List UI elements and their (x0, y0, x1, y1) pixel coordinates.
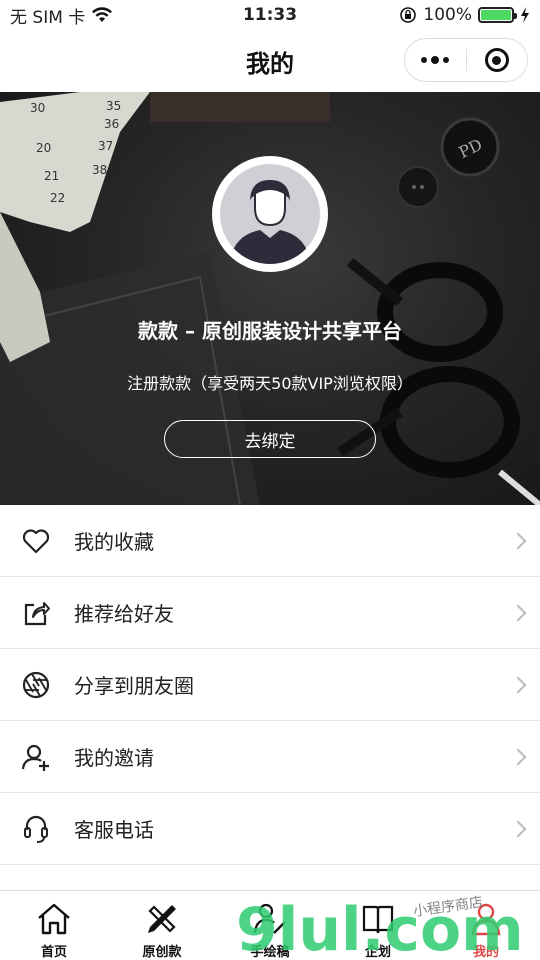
menu-label: 分享到朋友圈 (74, 674, 194, 698)
status-left: 无 SIM 卡 (10, 3, 113, 28)
tab-label: 企划 (364, 945, 391, 960)
battery-percent: 100% (423, 5, 472, 25)
default-avatar-icon (220, 164, 320, 264)
pencil-ruler-icon (142, 899, 182, 939)
menu-label: 推荐给好友 (74, 602, 174, 626)
svg-text:30: 30 (30, 101, 45, 115)
share-out-icon (20, 597, 52, 629)
tab-sketches[interactable]: 手绘稿 (216, 891, 324, 960)
svg-text:35: 35 (106, 99, 121, 113)
miniprogram-capsule (404, 38, 528, 82)
aperture-icon (20, 669, 52, 701)
more-dots-icon (421, 56, 450, 64)
charging-icon (521, 7, 529, 23)
svg-text:22: 22 (50, 191, 65, 205)
svg-text:38: 38 (92, 163, 107, 177)
svg-text:37: 37 (98, 139, 113, 153)
headset-icon (20, 813, 52, 845)
menu-list: 我的收藏 推荐给好友 分享到朋友圈 我的邀请 客服电话 (0, 505, 540, 895)
svg-text:36: 36 (104, 117, 119, 131)
tab-original[interactable]: 原创款 (108, 891, 216, 960)
menu-item-support-phone[interactable]: 客服电话 (0, 793, 540, 865)
status-bar: 无 SIM 卡 11:33 100% (0, 0, 540, 30)
more-button[interactable] (405, 39, 466, 81)
tab-label: 我的 (472, 945, 499, 960)
menu-label: 我的收藏 (74, 530, 154, 554)
add-user-icon (20, 741, 52, 773)
drawing-icon (250, 899, 290, 939)
chevron-right-icon (509, 748, 527, 765)
profile-header: 35 36 37 38 30 20 21 22 PD 款款 – 原创服装设计共享平台 注 (0, 92, 540, 505)
menu-item-invitations[interactable]: 我的邀请 (0, 721, 540, 793)
battery-icon (478, 7, 517, 23)
page-title: 我的 (246, 49, 294, 78)
battery-fill (481, 10, 511, 20)
chevron-right-icon (509, 820, 527, 837)
menu-label: 我的邀请 (74, 746, 154, 770)
user-icon (466, 899, 506, 939)
svg-text:21: 21 (44, 169, 59, 183)
bind-account-button[interactable]: 去绑定 (164, 420, 376, 458)
chevron-right-icon (509, 604, 527, 621)
tab-label: 手绘稿 (250, 945, 290, 960)
tab-label: 原创款 (142, 945, 182, 960)
home-icon (34, 899, 74, 939)
orientation-lock-icon (400, 7, 417, 23)
close-miniprogram-button[interactable] (467, 39, 528, 81)
heart-icon (20, 525, 52, 557)
target-icon (484, 48, 509, 72)
menu-item-recommend[interactable]: 推荐给好友 (0, 577, 540, 649)
avatar[interactable] (212, 156, 328, 272)
tab-bar: 首页 原创款 手绘稿 企划 我的 (0, 890, 540, 960)
menu-item-favorites[interactable]: 我的收藏 (0, 505, 540, 577)
status-right: 100% (399, 5, 530, 25)
menu-label: 客服电话 (74, 818, 154, 842)
carrier-text: 无 SIM 卡 (10, 7, 86, 28)
svg-text:20: 20 (36, 141, 51, 155)
tab-planning[interactable]: 企划 (324, 891, 432, 960)
chevron-right-icon (509, 532, 527, 549)
tab-label: 首页 (40, 945, 67, 960)
book-icon (358, 899, 398, 939)
tab-home[interactable]: 首页 (0, 891, 108, 960)
chevron-right-icon (509, 676, 527, 693)
wifi-icon (92, 7, 113, 22)
tab-mine[interactable]: 我的 (432, 891, 540, 960)
brand-title: 款款 – 原创服装设计共享平台 (138, 319, 402, 343)
nav-bar: 我的 (0, 30, 540, 92)
register-promo-text: 注册款款（享受两天50款VIP浏览权限） (127, 374, 413, 393)
menu-item-moments[interactable]: 分享到朋友圈 (0, 649, 540, 721)
